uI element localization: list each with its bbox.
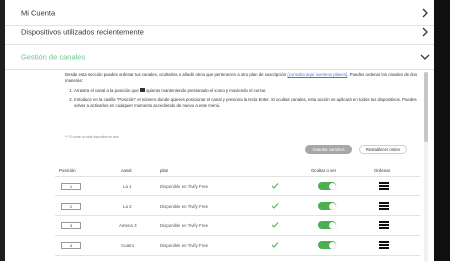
header-plan: plan (160, 168, 169, 173)
visibility-toggle[interactable] (318, 182, 336, 190)
row-divider (55, 255, 420, 256)
chevron-right-icon (422, 27, 428, 36)
intro-paragraph: Desde esta sección puedes ordenar tus ca… (65, 72, 287, 77)
chevron-right-icon (422, 8, 428, 17)
intro-text: Desde esta sección puedes ordenar tus ca… (65, 72, 420, 112)
plans-link[interactable]: (consulta aquí nuestros planes) (287, 72, 347, 77)
accordion-dispositivos[interactable]: Dispositivos utilizados recientemente (5, 19, 434, 45)
check-icon (271, 242, 279, 248)
header-channel: canal (121, 168, 132, 173)
check-icon (271, 222, 279, 228)
channel-name: La 2 (123, 204, 132, 209)
availability-note: *** El canal no está disponible en web (65, 135, 119, 139)
header-order: Ordenar (374, 168, 391, 173)
position-input[interactable]: 3 (61, 222, 81, 229)
position-input[interactable]: 2 (61, 203, 81, 210)
drag-handle-icon[interactable] (379, 182, 389, 190)
drag-handle-icon (139, 88, 145, 93)
drag-handle-icon[interactable] (379, 241, 389, 249)
accordion-label: Gestión de canales (21, 52, 86, 62)
chevron-down-icon (420, 54, 430, 60)
check-icon (271, 183, 279, 189)
visibility-toggle[interactable] (318, 202, 336, 210)
drag-handle-icon[interactable] (379, 221, 389, 229)
plan-label: Disponible en Tivify Free (160, 184, 209, 189)
save-button[interactable]: Guardar cambios (305, 145, 352, 154)
drag-handle-icon[interactable] (379, 202, 389, 210)
instruction-list: Arrastra el canal a la posición que quie… (65, 88, 420, 110)
visibility-toggle[interactable] (318, 241, 336, 249)
instruction-step-2: Introduce en la casilla "Posición" el nú… (74, 97, 420, 110)
row-divider (55, 235, 420, 236)
row-divider (55, 176, 420, 177)
row-divider (55, 195, 420, 196)
reset-order-button[interactable]: Restablecer orden (359, 145, 407, 154)
row-divider (55, 215, 420, 216)
scrollbar-thumb[interactable] (424, 72, 428, 142)
window-edge (434, 0, 450, 261)
position-input[interactable]: 4 (61, 242, 81, 249)
settings-panel: Mi Cuenta Dispositivos utilizados recien… (5, 0, 434, 261)
plan-label: Disponible en Tivify Free (160, 243, 209, 248)
visibility-toggle[interactable] (318, 221, 336, 229)
channel-name: La 1 (123, 184, 132, 189)
instruction-step-1: Arrastra el canal a la posición que quie… (74, 88, 420, 94)
accordion-label: Mi Cuenta (21, 8, 56, 17)
channel-name: Antena 3 (119, 223, 137, 228)
header-position: Posición (59, 168, 76, 173)
accordion-gestion-canales[interactable]: Gestión de canales (5, 45, 434, 70)
position-input[interactable]: 1 (61, 183, 81, 190)
header-hide: Ocultar o ver (311, 168, 337, 173)
plan-label: Disponible en Tivify Free (160, 204, 209, 209)
channel-name: Cuatro (121, 243, 135, 248)
accordion-label: Dispositivos utilizados recientemente (21, 27, 144, 36)
plan-label: Disponible en Tivify Free (160, 223, 209, 228)
check-icon (271, 203, 279, 209)
